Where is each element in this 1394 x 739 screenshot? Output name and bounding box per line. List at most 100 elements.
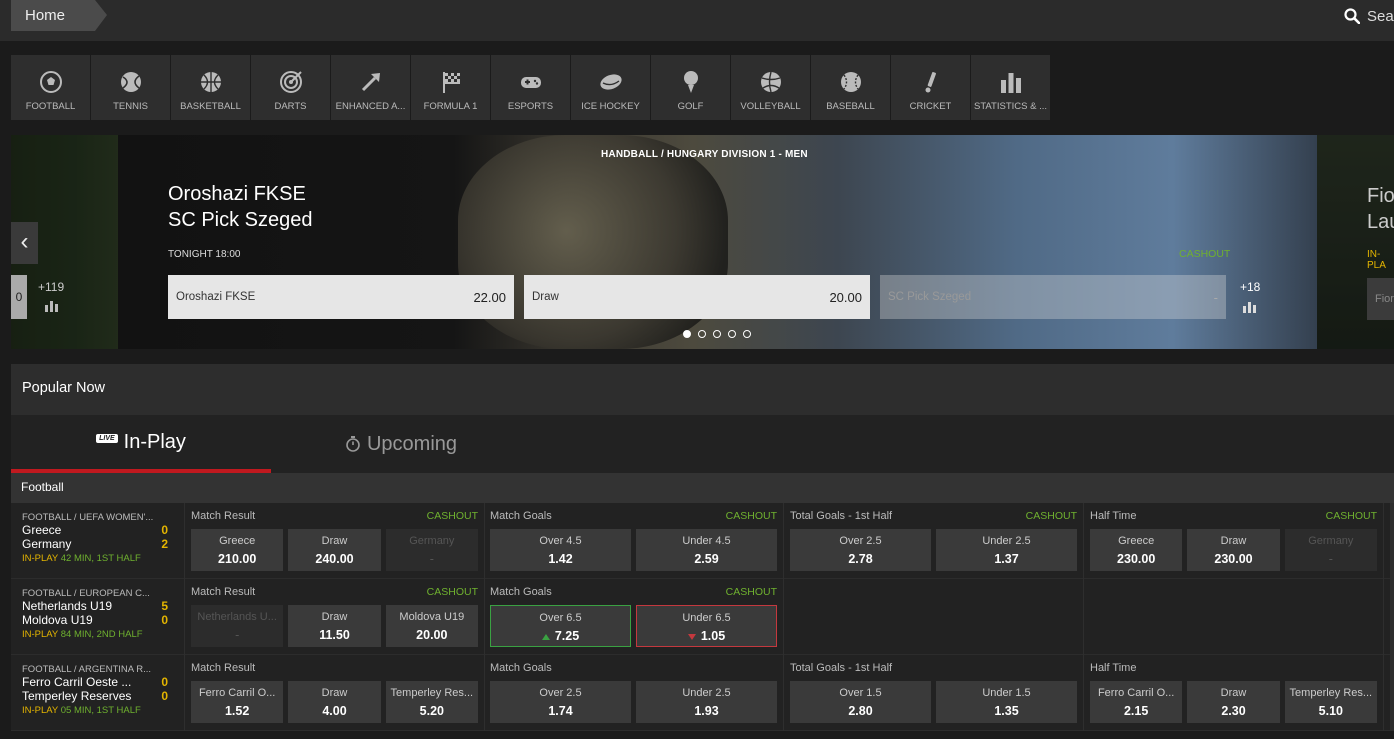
- market-name: Half Time: [1090, 662, 1137, 674]
- odds-button[interactable]: Over 2.5 1.74: [490, 681, 631, 723]
- odds-button[interactable]: Draw 11.50: [288, 605, 381, 647]
- team-name: Netherlands U19: [22, 599, 113, 613]
- outcome-odds: 230.00: [1187, 552, 1279, 566]
- odds-button[interactable]: Temperley Res... 5.10: [1284, 681, 1377, 723]
- carousel-dot[interactable]: [728, 330, 736, 338]
- next-slide-odd[interactable]: Fior: [1367, 278, 1394, 320]
- odds-button[interactable]: Draw 2.30: [1187, 681, 1280, 723]
- outcome-odds: 230.00: [1090, 552, 1182, 566]
- market-header: Half Time: [1090, 661, 1377, 681]
- team-score: 0: [161, 613, 168, 627]
- sport-item-darts[interactable]: DARTS: [251, 55, 331, 120]
- sport-item-golf[interactable]: GOLF: [651, 55, 731, 120]
- event-info[interactable]: FOOTBALL / EUROPEAN C... Netherlands U19 5…: [11, 579, 185, 655]
- market-name: Half Time: [1090, 510, 1137, 522]
- row-scrollbar[interactable]: [1390, 579, 1394, 655]
- live-icon: LIVE: [96, 433, 118, 443]
- market-column: Match Goals CASHOUT Over 6.5 7.25 Under 6.5 1…: [484, 579, 784, 655]
- market-column: [784, 579, 1084, 655]
- sport-item-formula-1[interactable]: FORMULA 1: [411, 55, 491, 120]
- prev-slide-more-markets[interactable]: +119: [38, 280, 64, 312]
- odd-value: 22.00: [473, 289, 506, 305]
- next-slide-team-away: Lau: [1367, 211, 1394, 233]
- tab-upcoming[interactable]: Upcoming: [271, 415, 531, 473]
- carousel-dot[interactable]: [713, 330, 721, 338]
- outcome-odds: 2.80: [790, 704, 931, 718]
- odds-button[interactable]: Over 6.5 7.25: [490, 605, 631, 647]
- odds-button[interactable]: Draw 230.00: [1187, 529, 1280, 571]
- featured-more-markets[interactable]: +18: [1240, 280, 1260, 313]
- odds-button[interactable]: Under 4.5 2.59: [636, 529, 777, 571]
- cashout-badge: CASHOUT: [725, 510, 777, 522]
- price-down-icon: [687, 634, 696, 640]
- odds-button[interactable]: Moldova U19 20.00: [385, 605, 478, 647]
- outcome-odds: 1.37: [936, 552, 1077, 566]
- outcome-odds: 2.78: [790, 552, 931, 566]
- sport-label: ENHANCED A...: [335, 101, 406, 112]
- odds-button[interactable]: Under 1.5 1.35: [936, 681, 1077, 723]
- odds-button[interactable]: Greece 230.00: [1090, 529, 1183, 571]
- outcome-label: Draw: [321, 687, 348, 699]
- sport-item-basketball[interactable]: BASKETBALL: [171, 55, 251, 120]
- market-outcomes: Over 4.5 1.42 Under 4.5 2.59: [490, 529, 777, 571]
- outcome-label: Under 6.5: [682, 612, 731, 624]
- odds-button[interactable]: Under 2.5 1.37: [936, 529, 1077, 571]
- featured-carousel: ‹ 0 +119 HANDBALL / HUNGARY DIVISION 1 -…: [11, 135, 1394, 349]
- odds-button[interactable]: Over 2.5 2.78: [790, 529, 931, 571]
- odds-button[interactable]: Temperley Res... 5.20: [385, 681, 478, 723]
- odds-button[interactable]: Draw 240.00: [288, 529, 381, 571]
- sport-item-football[interactable]: FOOTBALL: [11, 55, 91, 120]
- carousel-dot[interactable]: [698, 330, 706, 338]
- statistics-icon: [45, 301, 58, 312]
- odds-button: Netherlands U... -: [191, 605, 284, 647]
- outcome-odds: 5.20: [386, 704, 478, 718]
- row-scrollbar[interactable]: [1390, 655, 1394, 731]
- outcome-odds: 20.00: [386, 628, 478, 642]
- sport-item-tennis[interactable]: TENNIS: [91, 55, 171, 120]
- enhanced-arrow-icon: [361, 73, 380, 92]
- featured-odd-home[interactable]: Oroshazi FKSE 22.00: [168, 275, 514, 319]
- sport-item-baseball[interactable]: BASEBALL: [811, 55, 891, 120]
- sport-item-esports[interactable]: ESPORTS: [491, 55, 571, 120]
- sport-item-ice-hockey[interactable]: ICE HOCKEY: [571, 55, 651, 120]
- sport-label: CRICKET: [909, 101, 952, 112]
- sport-item-enhanced-a[interactable]: ENHANCED A...: [331, 55, 411, 120]
- featured-odd-draw[interactable]: Draw 20.00: [524, 275, 870, 319]
- odds-button[interactable]: Ferro Carril O... 1.52: [191, 681, 284, 723]
- outcome-label: Moldova U19: [399, 611, 465, 623]
- event-home-team: Ferro Carril Oeste ... 0: [22, 675, 168, 689]
- home-breadcrumb[interactable]: Home: [11, 0, 107, 31]
- outcome-label: Germany: [409, 535, 455, 547]
- sport-item-statistics[interactable]: STATISTICS & ...: [971, 55, 1051, 120]
- tab-in-play[interactable]: LIVE In-Play: [11, 415, 271, 473]
- sport-item-volleyball[interactable]: VOLLEYBALL: [731, 55, 811, 120]
- sport-item-cricket[interactable]: CRICKET: [891, 55, 971, 120]
- odds-button[interactable]: Ferro Carril O... 2.15: [1090, 681, 1183, 723]
- team-name: Temperley Reserves: [22, 689, 132, 703]
- carousel-prev-button[interactable]: ‹: [11, 222, 38, 264]
- carousel-dot[interactable]: [683, 330, 691, 338]
- odds-button[interactable]: Over 4.5 1.42: [490, 529, 631, 571]
- outcome-label: Under 4.5: [682, 535, 731, 547]
- cashout-badge: CASHOUT: [725, 586, 777, 598]
- event-info[interactable]: FOOTBALL / ARGENTINA R... Ferro Carril Oe…: [11, 655, 185, 731]
- odds-button: Germany -: [385, 529, 478, 571]
- odds-value: 2.30: [1221, 704, 1246, 718]
- search-button[interactable]: Sear: [1344, 6, 1394, 26]
- market-name: Match Goals: [490, 662, 552, 674]
- odds-button[interactable]: Draw 4.00: [288, 681, 381, 723]
- odds-button[interactable]: Under 6.5 1.05: [636, 605, 777, 647]
- prev-slide-odds[interactable]: 0: [11, 275, 27, 319]
- row-scrollbar[interactable]: [1390, 503, 1394, 579]
- odds-button[interactable]: Greece 210.00: [191, 529, 284, 571]
- event-row: FOOTBALL / UEFA WOMEN'... Greece 0 Germany 2…: [11, 503, 1394, 579]
- odds-value: 2.78: [848, 552, 873, 566]
- odds-value: 1.05: [700, 629, 726, 643]
- outcome-odds: 1.52: [191, 704, 283, 718]
- odds-button[interactable]: Under 2.5 1.93: [636, 681, 777, 723]
- odds-button[interactable]: Over 1.5 2.80: [790, 681, 931, 723]
- event-info[interactable]: FOOTBALL / UEFA WOMEN'... Greece 0 Germany 2…: [11, 503, 185, 579]
- carousel-dot[interactable]: [743, 330, 751, 338]
- sport-label: TENNIS: [113, 101, 148, 112]
- golf-icon: [683, 71, 698, 93]
